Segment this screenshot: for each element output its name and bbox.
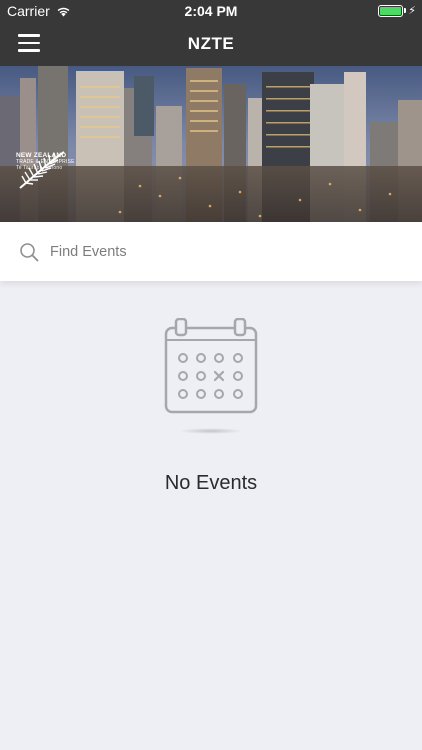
battery-icon <box>378 4 404 17</box>
charging-bolt-icon: ⚡ <box>408 5 416 17</box>
search-icon <box>20 242 39 261</box>
nzte-logo: NEW ZEALAND TRADE & ENTERPRISE Te Taurap… <box>16 150 75 189</box>
city-skyline-image <box>0 66 422 222</box>
calendar-shadow <box>179 428 243 434</box>
clock: 2:04 PM <box>184 3 238 19</box>
top-bar: Carrier 2:04 PM ⚡ NZTE <box>0 0 422 66</box>
logo-tagline: Te Taurapa Tūhono <box>16 165 63 171</box>
battery-fill <box>380 6 402 15</box>
navigation-bar: NZTE <box>0 22 422 66</box>
hero-banner-image: NEW ZEALAND TRADE & ENTERPRISE Te Taurap… <box>0 66 422 222</box>
calendar-icon <box>164 318 258 414</box>
status-bar: Carrier 2:04 PM ⚡ <box>0 0 422 22</box>
empty-state-message: No Events <box>164 472 258 494</box>
battery-nub <box>404 8 407 13</box>
battery-indicator: ⚡ <box>378 4 416 17</box>
search-input[interactable] <box>50 243 390 260</box>
page-title: NZTE <box>187 34 235 53</box>
search-bar[interactable] <box>0 222 422 281</box>
